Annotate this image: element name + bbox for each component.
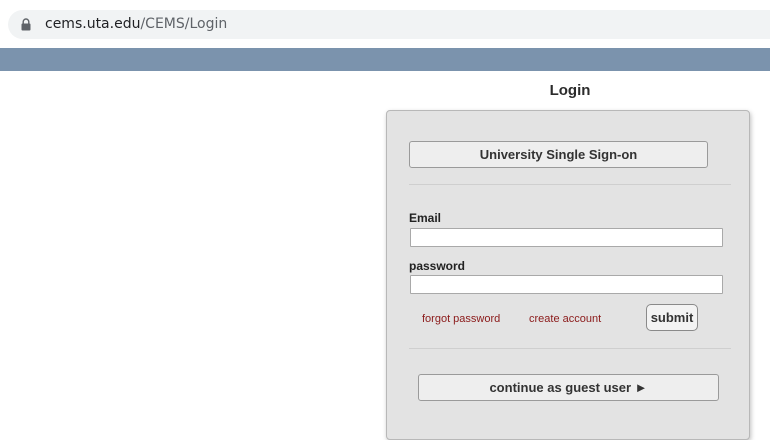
forgot-password-link[interactable]: forgot password	[422, 313, 500, 325]
lock-icon[interactable]	[21, 18, 31, 31]
submit-button[interactable]: submit	[646, 304, 698, 331]
url-domain: cems.uta.edu	[45, 16, 141, 32]
browser-address-bar: cems.uta.edu/CEMS/Login	[0, 0, 770, 48]
site-header-band	[0, 48, 770, 71]
create-account-link[interactable]: create account	[529, 313, 601, 325]
login-panel: University Single Sign-on Email password…	[386, 110, 750, 440]
password-label: password	[409, 259, 466, 273]
url-text: cems.uta.edu/CEMS/Login	[45, 16, 227, 32]
sso-button[interactable]: University Single Sign-on	[409, 141, 708, 168]
password-field[interactable]	[410, 275, 723, 294]
email-label: Email	[409, 211, 442, 225]
url-path: /CEMS/Login	[140, 16, 228, 32]
page-title: Login	[549, 82, 591, 99]
divider	[409, 348, 731, 349]
divider	[409, 184, 731, 185]
continue-as-guest-button[interactable]: continue as guest user ►	[418, 374, 719, 401]
url-field[interactable]: cems.uta.edu/CEMS/Login	[8, 10, 770, 39]
email-field[interactable]	[410, 228, 723, 247]
